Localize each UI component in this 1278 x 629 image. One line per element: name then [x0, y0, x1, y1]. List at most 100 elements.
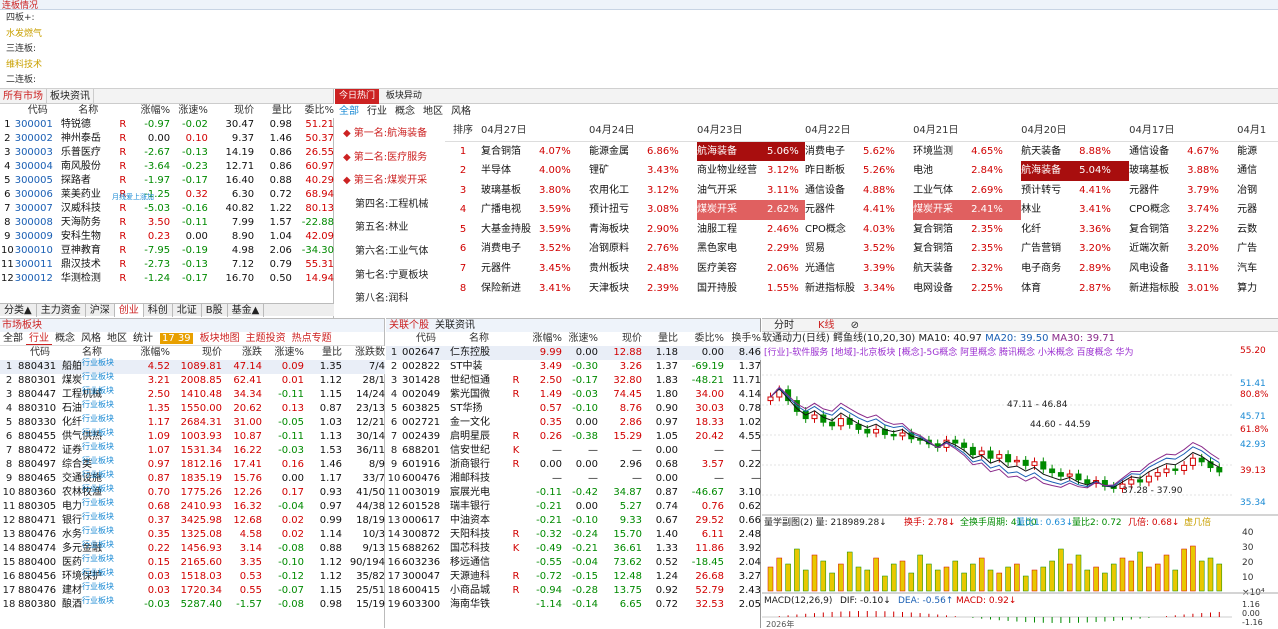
hot-cell[interactable]: 通信 [1237, 161, 1278, 181]
table-row[interactable]: 12 880471 银行 行业板块 0.37 3425.98 12.68 0.02 0.99 18… [0, 512, 385, 528]
hot-cell[interactable]: 化纤 [1021, 220, 1079, 240]
date-header[interactable]: 04月23日 [697, 122, 806, 142]
hot-cell[interactable]: 贵州板块 [589, 259, 647, 279]
date-header[interactable]: 排序 [445, 122, 481, 142]
bottom-tab[interactable]: 北证 [173, 304, 202, 317]
sector-tab[interactable]: 全部 [0, 333, 26, 344]
hot-cell[interactable]: 光通信 [805, 259, 863, 279]
hot-cell[interactable]: 云数 [1237, 220, 1278, 240]
hot-cell[interactable]: 保险新进 [481, 279, 539, 299]
table-row[interactable]: 1 880431 船舶 行业板块 4.52 1089.81 47.14 0.09 1.35 7/4 [0, 358, 385, 374]
table-row[interactable]: 13 000617 中油资本 -0.21 -0.10 9.33 0.67 29.52 0.66 [386, 514, 761, 528]
table-row[interactable]: 17 300047 天源迪科 R -0.72 -0.15 12.48 1.24 26.68 3.2… [386, 570, 761, 584]
candle[interactable] [1198, 457, 1205, 463]
candle[interactable] [1145, 475, 1152, 483]
hot-cell[interactable]: 复合铜箔 [913, 239, 971, 259]
date-header[interactable]: 04月24日 [589, 122, 698, 142]
date-header[interactable]: 04月22日 [805, 122, 914, 142]
table-row[interactable]: 8 688201 信安世纪 K — — — 0.00 — — [386, 444, 761, 458]
table-row[interactable]: 7 880472 证券 行业板块 1.07 1531.34 16.22 -0.03 1.53 36… [0, 442, 385, 458]
table-row[interactable]: 2 002822 ST中装 3.49 -0.30 3.26 1.37 -69.19 1.37 [386, 360, 761, 374]
hot-cell[interactable]: 通信设备 [1129, 141, 1187, 161]
table-row[interactable]: 2 880301 煤炭 行业板块 3.21 2008.85 62.41 0.01 1.12 28/… [0, 372, 385, 388]
hot-cell[interactable]: 煤炭开采 [913, 200, 972, 220]
column-header[interactable]: 现价 [598, 332, 642, 346]
column-header[interactable]: 现价 [207, 104, 255, 118]
candle[interactable] [1057, 472, 1064, 477]
hot-filter[interactable]: 全部 [335, 104, 363, 120]
column-header[interactable]: 名称 [60, 104, 116, 118]
table-row[interactable]: 11 300011 鼎汉技术 R -2.73 -0.13 7.12 0.79 55.31 [0, 258, 334, 272]
table-row[interactable]: 7 002439 启明星辰 R 0.26 -0.38 15.29 1.05 20.42 4.55 [386, 430, 761, 444]
table-row[interactable]: 12 601528 瑞丰银行 -0.21 0.00 5.27 0.74 0.76 0.62 [386, 500, 761, 514]
tab-sector-move[interactable]: 板块异动 [382, 91, 426, 101]
candle[interactable] [837, 418, 844, 427]
hot-cell[interactable]: 贸易 [805, 239, 863, 259]
hot-cell[interactable]: 冶钢原料 [589, 239, 647, 259]
hot-cell[interactable]: 航天装备 [1021, 141, 1079, 161]
table-row[interactable]: 14 300872 天阳科技 R -0.32 -0.24 15.70 1.40 6.11 2.48 [386, 528, 761, 542]
tab-kline[interactable]: K线 [806, 320, 847, 331]
bottom-tab[interactable]: 主力资金 [37, 304, 86, 317]
hot-cell[interactable]: 玻璃基板 [481, 181, 539, 201]
rank-item[interactable]: 第七名:宁夏板块 [335, 264, 443, 288]
column-header[interactable]: 量比 [304, 346, 342, 360]
lianban-stock[interactable]: 水发燃气 [6, 29, 42, 39]
candle[interactable] [1154, 472, 1161, 477]
date-header[interactable]: 04月27日 [481, 122, 590, 142]
hot-cell[interactable]: 通信设备 [805, 181, 863, 201]
date-header[interactable]: 04月20日 [1021, 122, 1130, 142]
candle[interactable] [873, 428, 880, 434]
candle[interactable] [1049, 468, 1056, 474]
table-row[interactable]: 10 300010 豆神教育 R -7.95 -0.19 4.98 2.06 -34.30 [0, 244, 334, 258]
hot-cell[interactable]: 广播电视 [481, 200, 539, 220]
column-header[interactable]: 名称 [450, 332, 508, 346]
table-row[interactable]: 15 688262 国芯科技 K -0.49 -0.21 36.61 1.33 11.86 3.9… [386, 542, 761, 556]
sector-tab[interactable]: 概念 [52, 333, 78, 344]
table-row[interactable]: 16 880456 环境保护 行业板块 0.03 1518.03 0.53 -0.12 1.12… [0, 568, 385, 584]
hot-cell[interactable]: 体育 [1021, 279, 1079, 299]
rank-item[interactable]: ◆ 第二名:医疗服务 [335, 146, 443, 170]
table-row[interactable]: 18 880380 酿酒 行业板块 -0.03 5287.40 -1.57 -0.08 0.98… [0, 596, 385, 612]
candle[interactable] [1189, 457, 1196, 466]
hot-cell[interactable]: 锂矿 [589, 161, 647, 181]
rank-item[interactable]: ◆ 第三名:煤炭开采 [335, 169, 443, 193]
bottom-tab[interactable]: 分类▲ [0, 304, 37, 317]
bottom-tab[interactable]: 沪深 [86, 304, 115, 317]
hot-cell[interactable]: 航海装备 [697, 141, 768, 162]
table-row[interactable]: 10 880360 农林牧渔 行业板块 0.70 1775.26 12.26 0.17 0.93… [0, 484, 385, 500]
candle[interactable] [1137, 479, 1144, 483]
hot-cell[interactable]: 预计转亏 [1021, 181, 1079, 201]
table-row[interactable]: 8 300008 天海防务 R 3.50 -0.11 7.99 1.57 -22.88 [0, 216, 334, 230]
hot-cell[interactable]: 天津板块 [589, 279, 647, 299]
hot-cell[interactable]: 风电设备 [1129, 259, 1187, 279]
column-header[interactable]: 涨跌数 [342, 346, 385, 360]
column-header[interactable]: 涨幅% [122, 346, 170, 360]
sector-tab[interactable]: 风格 [78, 333, 104, 344]
column-header[interactable]: 代码 [402, 332, 450, 346]
candle[interactable] [987, 450, 994, 459]
rank-item[interactable]: ◆ 第一名:航海装备 [335, 122, 443, 146]
column-header[interactable]: 量比 [642, 332, 678, 346]
hot-cell[interactable]: 航天装备 [913, 259, 971, 279]
bottom-tab[interactable]: 基金▲ [228, 304, 265, 317]
table-row[interactable]: 4 002049 紫光国微 R 1.49 -0.03 74.45 1.80 34.00 4.14 [386, 388, 761, 402]
hot-cell[interactable]: 林业 [1021, 200, 1079, 220]
candle[interactable] [978, 450, 985, 456]
hot-cell[interactable]: 医疗美容 [697, 259, 767, 279]
column-header[interactable]: 换手% [724, 332, 761, 346]
hot-cell[interactable]: 元器件 [1129, 181, 1187, 201]
column-header[interactable] [508, 332, 524, 346]
sector-link[interactable]: 热点专题 [289, 333, 335, 344]
hot-cell[interactable]: 电网设备 [913, 279, 971, 299]
table-row[interactable]: 16 603236 移远通信 -0.55 -0.04 73.62 0.52 -18.45 2.0… [386, 556, 761, 570]
tab-related-news[interactable]: 关联资讯 [432, 320, 478, 331]
bottom-tab[interactable]: B股 [202, 304, 228, 317]
column-header[interactable]: 涨幅% [130, 104, 171, 118]
hot-filter[interactable]: 概念 [391, 104, 419, 120]
table-row[interactable]: 4 300004 南风股份 R -3.64 -0.23 12.71 0.86 60.97 [0, 160, 334, 174]
table-row[interactable]: 18 600415 小商品城 R -0.94 -0.28 13.75 0.92 52.79 2.4… [386, 584, 761, 598]
candle[interactable] [829, 421, 836, 427]
table-row[interactable]: 11 880305 电力 行业板块 0.68 2410.93 16.32 -0.04 0.97 4… [0, 498, 385, 514]
candle[interactable] [1022, 459, 1029, 466]
